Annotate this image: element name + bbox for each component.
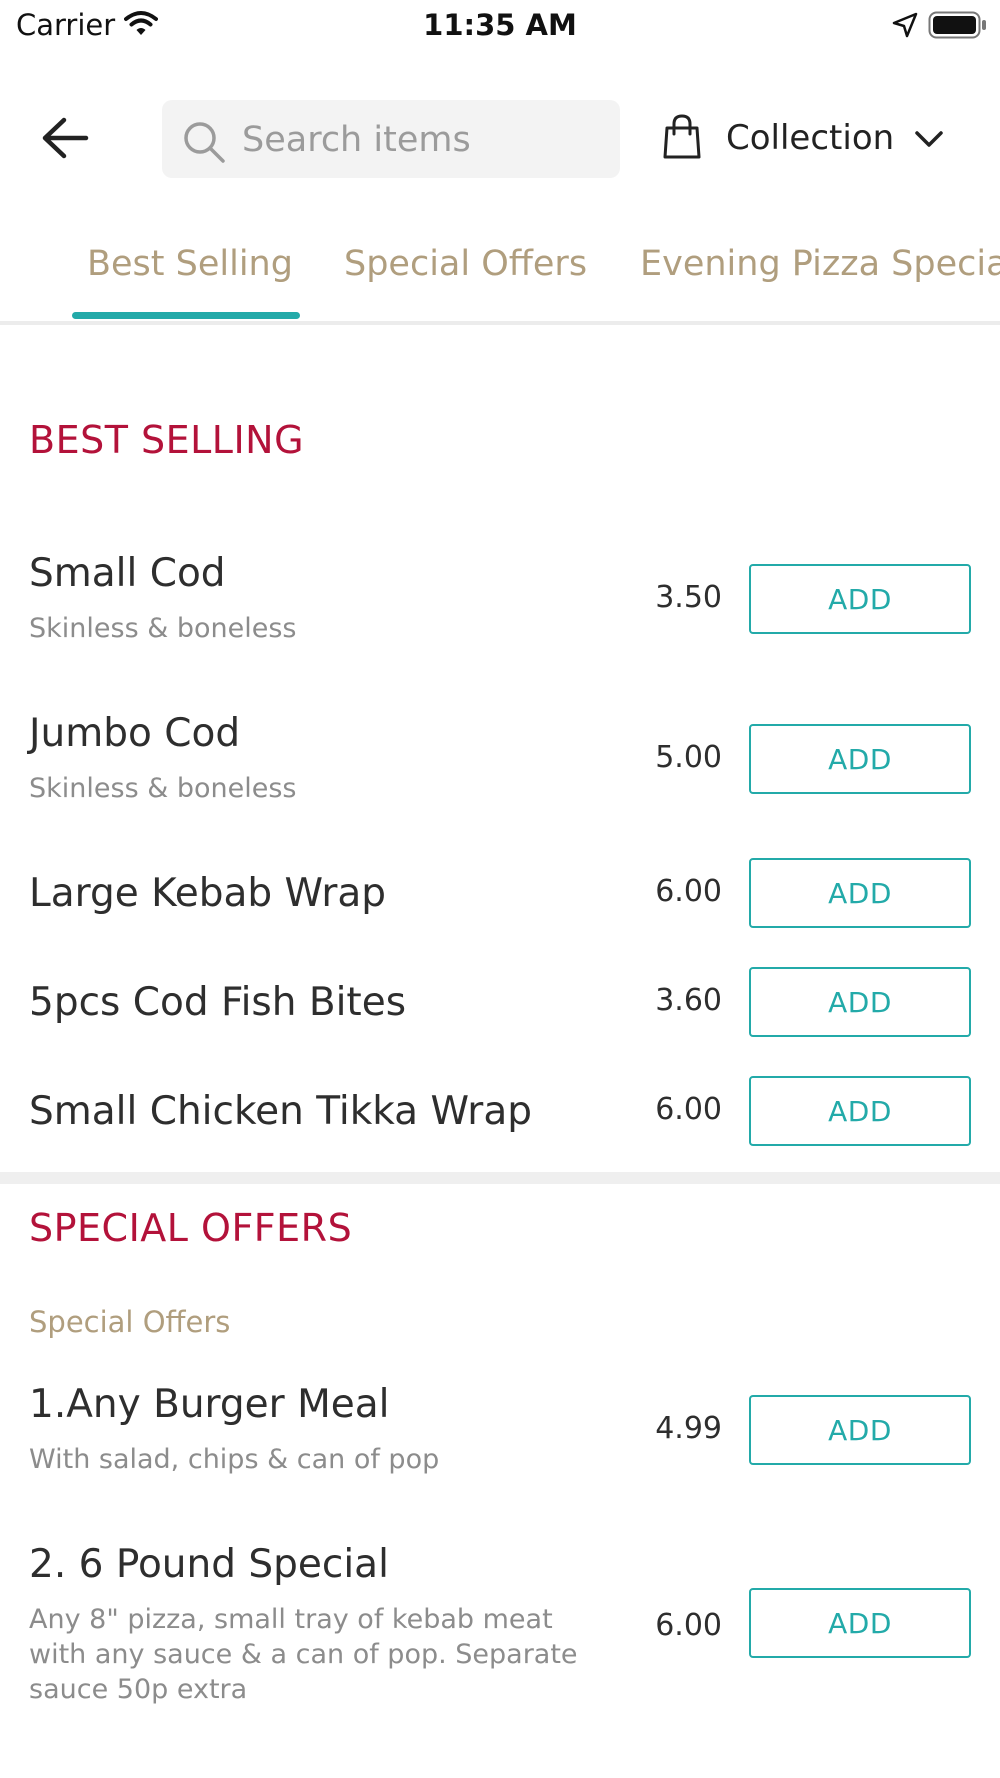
item-name: 2. 6 Pound Special [29,1542,389,1587]
tab-best-selling[interactable]: Best Selling [87,244,293,284]
menu-item: Small Chicken Tikka Wrap 6.00 ADD [0,1076,1000,1169]
category-tabs: Best Selling Special Offers Evening Pizz… [0,234,1000,320]
section-title-best-selling: BEST SELLING [29,418,305,462]
search-input[interactable] [240,114,604,166]
item-description: With salad, chips & can of pop [29,1444,440,1475]
tab-evening-pizza-specials[interactable]: Evening Pizza Specia [640,244,1000,284]
section-subheading: Special Offers [29,1305,231,1339]
item-name: 1.Any Burger Meal [29,1382,390,1427]
menu-item: Small Cod Skinless & boneless 3.50 ADD [0,551,1000,671]
item-description: Skinless & boneless [29,613,297,644]
item-price: 4.99 [655,1411,722,1446]
tabs-divider [0,321,1000,325]
status-bar: Carrier 11:35 AM [0,0,1000,50]
back-button[interactable] [40,116,98,164]
section-divider [0,1172,1000,1184]
add-button[interactable]: ADD [749,967,971,1037]
item-price: 5.00 [655,740,722,775]
item-name: Small Cod [29,551,226,596]
menu-item: 2. 6 Pound Special Any 8" pizza, small t… [0,1542,1000,1712]
add-button[interactable]: ADD [749,858,971,928]
item-price: 6.00 [655,1608,722,1643]
add-button[interactable]: ADD [749,1395,971,1465]
arrow-left-icon [40,117,90,164]
menu-item: 1.Any Burger Meal With salad, chips & ca… [0,1382,1000,1502]
order-mode-label: Collection [726,118,895,158]
item-price: 6.00 [655,874,722,909]
menu-item: Large Kebab Wrap 6.00 ADD [0,858,1000,951]
menu-item: 5pcs Cod Fish Bites 3.60 ADD [0,967,1000,1060]
item-price: 3.50 [655,580,722,615]
add-button[interactable]: ADD [749,564,971,634]
item-name: Jumbo Cod [29,711,241,756]
active-tab-indicator [72,312,300,319]
search-bar[interactable] [162,100,620,178]
menu-item: Jumbo Cod Skinless & boneless 5.00 ADD [0,711,1000,831]
item-price: 3.60 [655,983,722,1018]
item-description: Any 8" pizza, small tray of kebab meat w… [29,1604,578,1705]
item-name: 5pcs Cod Fish Bites [29,980,407,1025]
header: Collection [0,88,1000,180]
item-price: 6.00 [655,1092,722,1127]
item-name: Large Kebab Wrap [29,871,387,916]
status-time: 11:35 AM [423,8,577,42]
add-button[interactable]: ADD [749,1588,971,1658]
add-button[interactable]: ADD [749,724,971,794]
item-name: Small Chicken Tikka Wrap [29,1089,532,1134]
battery-icon [928,11,988,43]
chevron-down-icon [914,130,944,154]
search-icon [182,120,226,168]
add-button[interactable]: ADD [749,1076,971,1146]
shopping-bag-icon [662,114,702,164]
item-description: Skinless & boneless [29,773,297,804]
tab-special-offers[interactable]: Special Offers [344,244,587,284]
location-arrow-icon [892,12,918,42]
section-title-special-offers: SPECIAL OFFERS [29,1206,353,1250]
